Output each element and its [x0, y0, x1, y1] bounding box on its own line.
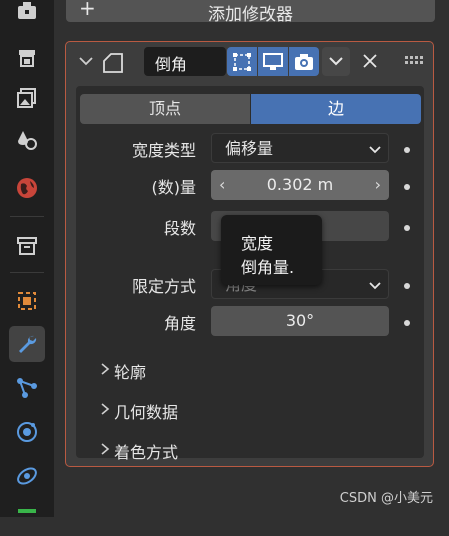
- angle-label: 角度: [163, 314, 196, 333]
- tab-output[interactable]: [9, 80, 45, 116]
- segments-label: 段数: [163, 219, 196, 238]
- tab-constraints[interactable]: [9, 458, 45, 494]
- increment-arrow-icon[interactable]: ›: [375, 170, 381, 200]
- constraints-icon: [17, 467, 37, 485]
- width-type-dropdown[interactable]: 偏移量: [211, 133, 389, 163]
- modifier-name-field[interactable]: 倒角: [144, 47, 226, 76]
- view-layer-icon: [18, 131, 37, 150]
- tab-physics[interactable]: [9, 414, 45, 450]
- width-tooltip: 宽度 倒角量.: [221, 215, 322, 285]
- limit-method-label: 限定方式: [131, 277, 196, 296]
- chevron-down-icon: [369, 146, 381, 154]
- output-icon: [17, 88, 36, 108]
- render-icon: [19, 50, 35, 67]
- collection-icon: [17, 237, 37, 255]
- keyframe-dot[interactable]: [404, 184, 410, 190]
- add-modifier-label: 添加修改器: [208, 5, 293, 25]
- tab-tool[interactable]: [9, 0, 45, 28]
- tool-icon: [18, 2, 36, 19]
- tab-vertices[interactable]: 顶点: [80, 94, 250, 124]
- keyframe-dot[interactable]: [404, 147, 410, 153]
- tab-world[interactable]: [9, 170, 45, 206]
- width-type-label: 宽度类型: [131, 141, 196, 160]
- properties-tab-strip: [0, 0, 54, 517]
- collapse-chevron-icon[interactable]: [78, 55, 94, 67]
- physics-icon: [17, 422, 37, 442]
- monitor-icon: [263, 53, 283, 70]
- tab-edges[interactable]: 边: [251, 94, 421, 124]
- edit-mode-icon: [233, 53, 251, 71]
- camera-icon: [295, 54, 313, 70]
- keyframe-dot[interactable]: [404, 320, 410, 326]
- world-icon: [17, 178, 37, 198]
- tab-render[interactable]: [9, 40, 45, 76]
- particles-icon: [17, 378, 37, 398]
- chevron-down-icon: [329, 57, 343, 66]
- chevron-down-icon: [369, 282, 381, 290]
- close-icon[interactable]: [362, 53, 378, 69]
- tab-particles[interactable]: [9, 370, 45, 406]
- tab-collection[interactable]: [9, 228, 45, 264]
- amount-value: 0.302 m: [266, 175, 334, 194]
- bevel-modifier-icon: [103, 53, 123, 73]
- decrement-arrow-icon[interactable]: ‹: [219, 170, 225, 200]
- wrench-icon: [19, 335, 37, 353]
- tab-view-layer[interactable]: [9, 122, 45, 158]
- data-icon: [18, 509, 36, 513]
- width-type-value: 偏移量: [225, 139, 274, 158]
- tooltip-title: 宽度: [241, 234, 274, 253]
- tab-object[interactable]: [9, 283, 45, 319]
- amount-label: (数)量: [151, 178, 197, 197]
- tooltip-description: 倒角量.: [241, 258, 295, 277]
- drag-grip-icon[interactable]: [405, 56, 425, 66]
- chevron-right-icon[interactable]: [100, 402, 110, 416]
- modifier-name: 倒角: [155, 55, 188, 74]
- angle-field[interactable]: 30°: [211, 306, 389, 336]
- editmode-toggle[interactable]: [227, 47, 257, 76]
- render-toggle[interactable]: [289, 47, 319, 76]
- subpanel-shading[interactable]: 着色方式: [114, 439, 178, 463]
- keyframe-dot[interactable]: [404, 225, 410, 231]
- subpanel-geometry[interactable]: 几何数据: [114, 399, 178, 423]
- tab-data[interactable]: [9, 500, 45, 536]
- keyframe-dot[interactable]: [404, 283, 410, 289]
- viewport-toggle[interactable]: [258, 47, 288, 76]
- amount-slider[interactable]: ‹ 0.302 m ›: [211, 170, 389, 200]
- watermark: CSDN @小美元: [339, 491, 433, 506]
- chevron-right-icon[interactable]: [100, 362, 110, 376]
- object-icon: [18, 292, 36, 310]
- subpanel-profile[interactable]: 轮廓: [114, 359, 146, 383]
- modifier-extras-dropdown[interactable]: [322, 47, 350, 76]
- tab-modifiers[interactable]: [9, 326, 45, 362]
- angle-value: 30°: [285, 311, 315, 330]
- chevron-right-icon[interactable]: [100, 442, 110, 456]
- add-modifier-button[interactable]: + 添加修改器: [66, 0, 435, 25]
